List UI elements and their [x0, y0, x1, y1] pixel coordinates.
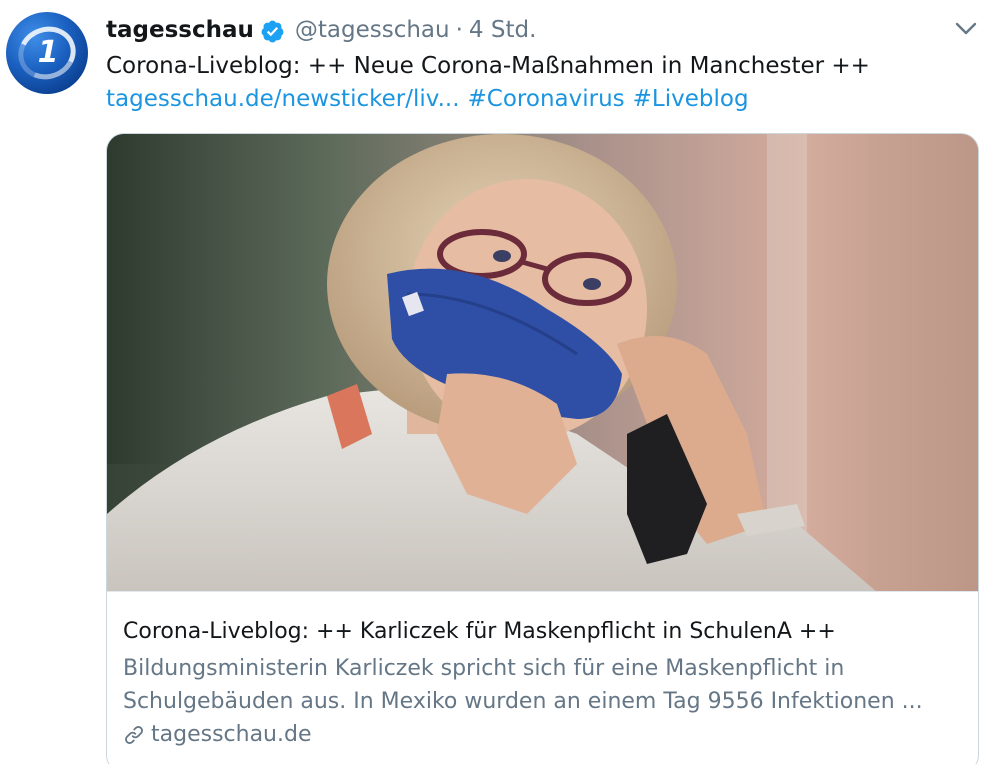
tweet-url-link[interactable]: tagesschau.de/newsticker/liv... — [106, 86, 460, 112]
tweet-timestamp[interactable]: 4 Std. — [469, 17, 536, 43]
card-title: Corona-Liveblog: ++ Karliczek für Masken… — [123, 619, 836, 644]
account-handle[interactable]: @tagesschau — [295, 17, 450, 43]
hashtag-coronavirus[interactable]: #Coronavirus — [468, 86, 625, 112]
verified-badge-icon — [261, 20, 284, 42]
link-icon — [125, 725, 143, 744]
card-description: Bildungsministerin Karliczek spricht sic… — [123, 652, 962, 718]
tweet: 1 tagesschau @tagesschau · 4 Std. Corona… — [0, 0, 983, 764]
hashtag-liveblog[interactable]: #Liveblog — [633, 86, 749, 112]
chevron-down-icon[interactable] — [953, 18, 979, 40]
header-separator: · — [455, 17, 463, 43]
link-preview-card[interactable]: Corona-Liveblog: ++ Karliczek für Masken… — [106, 133, 979, 764]
account-name[interactable]: tagesschau — [106, 17, 254, 43]
tweet-text: Corona-Liveblog: ++ Neue Corona-Maßnahme… — [106, 53, 870, 79]
tweet-header: tagesschau @tagesschau · 4 Std. — [106, 14, 536, 46]
woman-with-mask-photo — [107, 134, 978, 591]
card-description-line2: Schulgebäuden aus. In Mexiko wurden an e… — [123, 689, 923, 714]
card-domain[interactable]: tagesschau.de — [151, 722, 312, 747]
logo-number-icon: 1 — [37, 35, 59, 70]
card-image[interactable] — [107, 134, 978, 592]
card-body: Corona-Liveblog: ++ Karliczek für Masken… — [107, 592, 978, 747]
card-description-line1: Bildungsministerin Karliczek spricht sic… — [123, 656, 845, 681]
tweet-links: tagesschau.de/newsticker/liv... #Coronavi… — [106, 86, 749, 112]
card-domain-row: tagesschau.de — [123, 722, 962, 747]
avatar[interactable]: 1 — [6, 12, 88, 94]
